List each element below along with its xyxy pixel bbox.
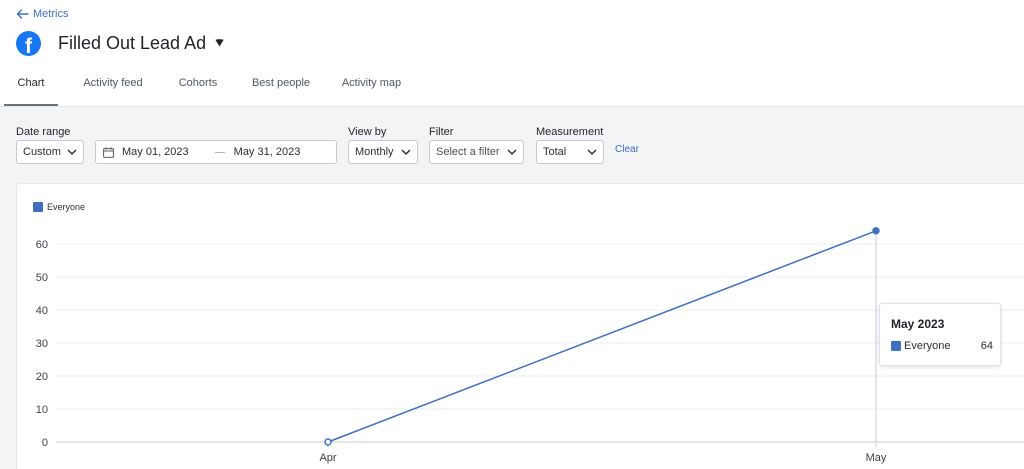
arrow-left-icon <box>16 9 29 19</box>
date-range-input[interactable]: May 01, 2023 May 31, 2023 <box>95 140 337 164</box>
tooltip-series-name: Everyone <box>904 340 951 352</box>
view-by-label: View by <box>348 126 387 138</box>
page-title: Filled Out Lead Ad <box>58 32 207 53</box>
tab-best-people[interactable]: Best people <box>241 68 321 106</box>
back-link-label: Metrics <box>33 8 69 20</box>
chevron-down-icon <box>587 149 597 156</box>
date-range-value: Custom <box>23 146 61 158</box>
filter-select[interactable]: Select a filter <box>429 140 524 164</box>
start-date-value[interactable]: May 01, 2023 <box>122 146 189 158</box>
chevron-down-icon <box>401 149 411 156</box>
facebook-logo-icon: f <box>16 30 41 58</box>
legend-label: Everyone <box>47 202 86 212</box>
caret-down-icon[interactable] <box>215 39 224 47</box>
chart-tooltip: May 2023 Everyone 64 <box>879 303 1001 366</box>
facebook-logo-glyph: f <box>25 34 32 58</box>
clear-filters-button[interactable]: Clear <box>615 144 639 155</box>
chevron-down-icon <box>507 149 517 156</box>
end-date-value[interactable]: May 31, 2023 <box>234 146 301 158</box>
tooltip-title: May 2023 <box>891 317 945 331</box>
date-range-label: Date range <box>16 126 71 138</box>
tooltip-swatch <box>891 341 901 351</box>
chevron-down-icon <box>67 149 77 156</box>
legend-swatch <box>33 202 43 212</box>
date-separator <box>214 151 225 153</box>
chart-legend[interactable]: Everyone <box>33 202 85 212</box>
tooltip-value: 64 <box>980 340 993 352</box>
tab-activity-map[interactable]: Activity map <box>334 68 409 106</box>
calendar-icon <box>103 146 114 158</box>
chart-card <box>16 183 1024 469</box>
measurement-select[interactable]: Total <box>536 140 604 164</box>
back-to-metrics-link[interactable]: Metrics <box>16 8 68 20</box>
view-by-value: Monthly <box>355 146 394 158</box>
tab-cohorts[interactable]: Cohorts <box>168 68 228 106</box>
date-range-select[interactable]: Custom <box>16 140 84 164</box>
tab-bar: Chart Activity feed Cohorts Best people … <box>4 68 409 106</box>
filter-placeholder: Select a filter <box>436 146 500 158</box>
measurement-label: Measurement <box>536 126 604 138</box>
filter-label: Filter <box>429 126 454 138</box>
view-by-select[interactable]: Monthly <box>348 140 418 164</box>
tab-activity-feed[interactable]: Activity feed <box>68 68 158 106</box>
tab-chart[interactable]: Chart <box>4 68 58 106</box>
measurement-value: Total <box>543 146 567 158</box>
